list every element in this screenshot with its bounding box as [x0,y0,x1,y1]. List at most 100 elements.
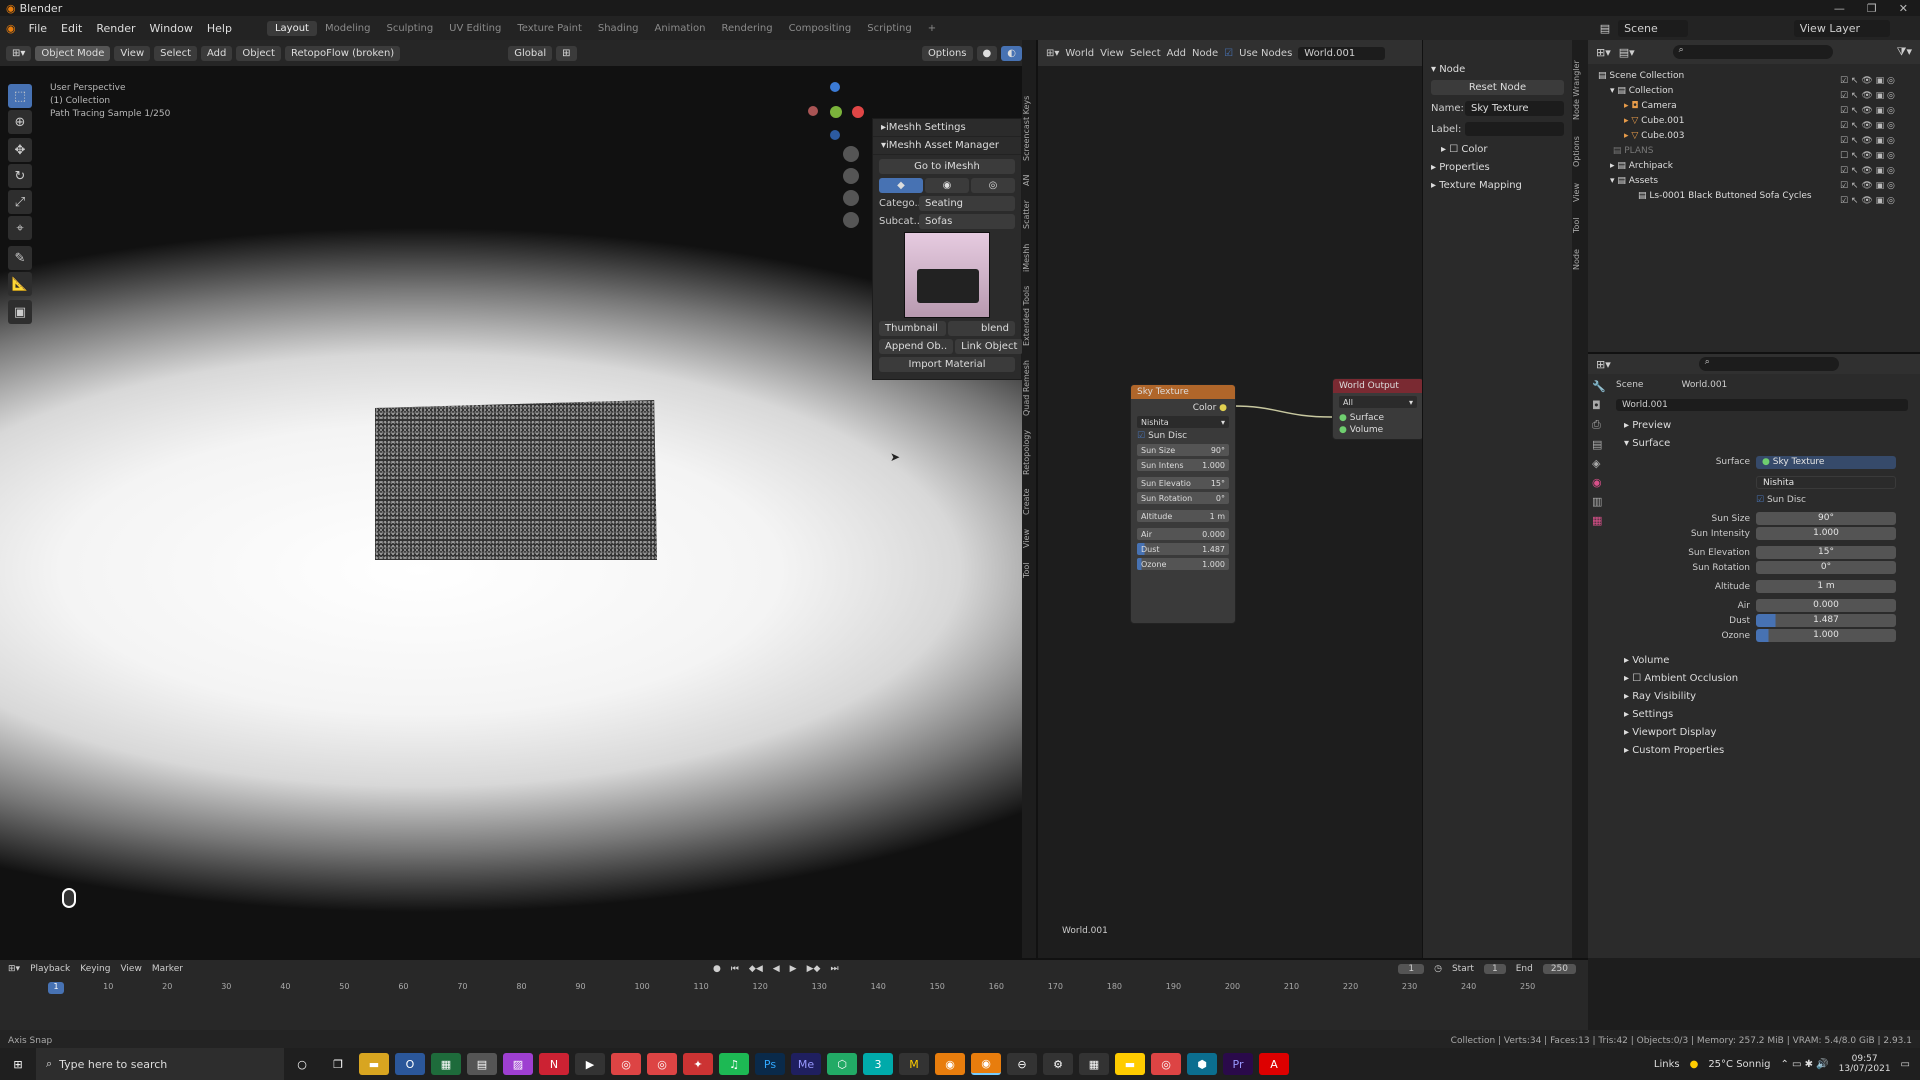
app-icon[interactable]: ⊖ [1007,1053,1037,1075]
maximize-icon[interactable]: ❐ [1867,2,1877,15]
dust-field[interactable]: 1.487 [1756,614,1896,627]
start-frame-field[interactable]: 1 [1483,964,1506,974]
preview-panel[interactable]: ▸ Preview [1616,416,1916,434]
spotify-icon[interactable]: ♫ [719,1053,749,1075]
scene-selector[interactable]: Scene [1618,19,1688,37]
3d-viewport[interactable]: ⊞▾ Object Mode View Select Add Object Re… [0,40,1022,958]
transform-tool-icon[interactable]: ⌖ [8,216,32,240]
calculator-icon[interactable]: ▦ [431,1053,461,1075]
timeline-ruler[interactable]: 1102030405060708090100110120130140150160… [0,982,1588,996]
weather-text[interactable]: 25°C Sonnig [1708,1059,1770,1070]
sun-disc-checkbox[interactable]: ☑ Sun Disc [1137,431,1229,441]
premiere-icon[interactable]: Pr [1223,1053,1253,1075]
reset-node-button[interactable]: Reset Node [1431,80,1564,95]
sticky-notes-icon[interactable]: ▬ [1115,1053,1145,1075]
import-material-button[interactable]: Import Material [879,357,1015,372]
volume-input-socket[interactable]: ● Volume [1333,425,1423,435]
tab-retopology[interactable]: Retopology [1022,430,1034,475]
world-tab-icon[interactable]: ◉ [1592,476,1610,489]
ozone-field[interactable]: Ozone 1.000 [1137,558,1229,570]
object-menu[interactable]: Object [236,45,281,61]
shader-node-editor[interactable]: ⊞▾ World View Select Add Node ☑ Use Nodes… [1036,40,1424,958]
display-mode-icon[interactable]: ▤▾ [1619,46,1635,59]
app-icon[interactable]: ⚙ [1043,1053,1073,1075]
menu-render[interactable]: Render [89,22,142,35]
measure-tool-icon[interactable]: 📐 [8,272,32,296]
surface-input-socket[interactable]: ● Surface [1333,411,1423,425]
sky-type-dropdown[interactable]: Nishita ▾ [1137,416,1229,428]
ray-visibility-panel[interactable]: ▸ Ray Visibility [1616,687,1916,705]
tab-node-wrangler[interactable]: Node Wrangler [1572,60,1586,120]
acrobat-icon[interactable]: A [1259,1053,1289,1075]
menu-file[interactable]: File [22,22,54,35]
tab-create[interactable]: Create [1022,489,1034,516]
navigation-gizmo[interactable] [800,80,880,160]
ozone-field[interactable]: 1.000 [1756,629,1896,642]
world-datablock-field[interactable]: World.001 [1616,399,1908,411]
thumbnail-button[interactable]: Thumbnail [879,321,946,336]
volume-panel[interactable]: ▸ Volume [1616,651,1916,669]
minimize-icon[interactable]: — [1834,2,1845,15]
sky-type-dropdown[interactable]: Nishita [1756,475,1896,489]
next-key-icon[interactable]: ▶◆ [807,964,821,974]
play-icon[interactable]: ▶ [790,964,797,974]
chrome-icon[interactable]: ◎ [647,1053,677,1075]
blend-button[interactable]: blend [948,321,1015,336]
viewport-display-panel[interactable]: ▸ Viewport Display [1616,723,1916,741]
world-output-header[interactable]: World Output [1333,379,1423,393]
orientation-dropdown[interactable]: Global [508,45,553,61]
ambient-occlusion-panel[interactable]: ▸ ☐ Ambient Occlusion [1616,669,1916,687]
air-field[interactable]: Air 0.000 [1137,528,1229,540]
options-dropdown[interactable]: Options [921,45,973,61]
prev-key-icon[interactable]: ◆◀ [749,964,763,974]
close-icon[interactable]: ✕ [1899,2,1908,15]
menu-window[interactable]: Window [143,22,200,35]
app-icon[interactable]: 3 [863,1053,893,1075]
render-tab-icon[interactable]: ◘ [1592,399,1610,412]
keying-menu[interactable]: Keying [80,964,110,974]
select-menu[interactable]: Select [154,45,197,61]
cursor-tool-icon[interactable]: ⊕ [8,110,32,134]
editor-type-icon[interactable]: ⊞▾ [1596,358,1611,371]
sun-rotation-field[interactable]: 0° [1756,561,1896,574]
tab-view[interactable]: View [1572,183,1586,202]
tab-scripting[interactable]: Scripting [859,21,919,36]
texture-tab-icon[interactable]: ▦ [1592,514,1610,527]
rotate-tool-icon[interactable]: ↻ [8,164,32,188]
category-dropdown[interactable]: Seating [919,196,1015,211]
link-object-button[interactable]: Link Object [955,339,1022,354]
tab-view[interactable]: View [1022,529,1034,548]
hdri-tab-icon[interactable]: ◎ [971,178,1015,193]
air-field[interactable]: 0.000 [1756,599,1896,612]
custom-properties-panel[interactable]: ▸ Custom Properties [1616,741,1916,759]
add-menu[interactable]: Add [201,45,233,61]
tool-tab-icon[interactable]: 🔧 [1592,380,1610,393]
sun-elevation-field[interactable]: 15° [1756,546,1896,559]
snap-icon[interactable]: ⊞ [556,45,577,61]
sun-size-field[interactable]: 90° [1756,512,1896,525]
output-tab-icon[interactable]: ⎙ [1592,418,1610,432]
media-encoder-icon[interactable]: Me [791,1053,821,1075]
tab-quad-remesh[interactable]: Quad Remesh [1022,360,1034,416]
blender-active-icon[interactable]: ◉ [971,1053,1001,1075]
sun-intensity-field[interactable]: 1.000 [1756,527,1896,540]
annotate-tool-icon[interactable]: ✎ [8,246,32,270]
view-layer-selector[interactable]: View Layer [1793,19,1890,37]
retopoflow-menu[interactable]: RetopoFlow (broken) [284,45,401,61]
texture-mapping-subpanel[interactable]: ▸ Texture Mapping [1423,176,1572,194]
clock-icon[interactable]: ◷ [1434,964,1442,974]
chrome-icon[interactable]: ◎ [1151,1053,1181,1075]
tab-texture-paint[interactable]: Texture Paint [509,21,590,36]
scene-tab-icon[interactable]: ◈ [1592,457,1610,470]
view-menu[interactable]: View [114,45,151,61]
output-target-dropdown[interactable]: All ▾ [1339,396,1417,408]
world-breadcrumb[interactable]: World.001 [1681,380,1727,390]
dust-field[interactable]: Dust 1.487 [1137,543,1229,555]
add-cube-tool-icon[interactable]: ▣ [8,300,32,324]
scale-tool-icon[interactable]: ⤢ [8,190,32,214]
view-layer-tab-icon[interactable]: ▤ [1592,438,1610,451]
windows-start-icon[interactable]: ⊞ [3,1053,33,1075]
sun-rotation-field[interactable]: Sun Rotation 0° [1137,492,1229,504]
notification-icon[interactable]: ▭ [1901,1059,1910,1070]
tab-shading[interactable]: Shading [590,21,647,36]
